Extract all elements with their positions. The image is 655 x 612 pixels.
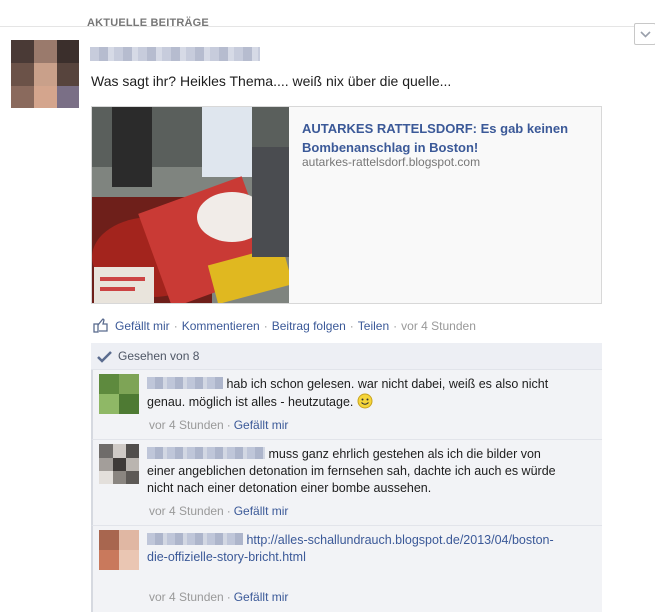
comment-meta: vor 4 Stunden · Gefällt mir bbox=[149, 418, 289, 432]
post-timestamp[interactable]: vor 4 Stunden bbox=[401, 319, 476, 333]
seen-by-box: Gesehen von 8 bbox=[91, 343, 602, 370]
seen-by-text[interactable]: Gesehen von 8 bbox=[118, 349, 199, 363]
comment-timestamp[interactable]: vor 4 Stunden bbox=[149, 590, 224, 604]
author-avatar[interactable] bbox=[11, 40, 79, 108]
comment-meta: vor 4 Stunden · Gefällt mir bbox=[149, 504, 289, 518]
author-name-redacted[interactable] bbox=[90, 47, 260, 61]
comment-timestamp[interactable]: vor 4 Stunden bbox=[149, 418, 224, 432]
comment-timestamp[interactable]: vor 4 Stunden bbox=[149, 504, 224, 518]
section-title: AKTUELLE BEITRÄGE bbox=[87, 17, 209, 29]
chevron-down-icon bbox=[640, 31, 651, 38]
section-divider bbox=[0, 26, 655, 27]
commenter-name-redacted[interactable] bbox=[147, 533, 243, 545]
commenter-name-redacted[interactable] bbox=[147, 377, 223, 389]
comment-item: hab ich schon gelesen. war nicht dabei, … bbox=[91, 370, 602, 440]
section-header: AKTUELLE BEITRÄGE bbox=[0, 0, 655, 29]
like-thumb-icon bbox=[93, 318, 108, 333]
post-action-bar: Gefällt mir · Kommentieren · Beitrag folgen ·… bbox=[93, 318, 476, 333]
comment-like-link[interactable]: Gefällt mir bbox=[234, 504, 289, 518]
comment-like-link[interactable]: Gefällt mir bbox=[234, 418, 289, 432]
comment-link[interactable]: Kommentieren bbox=[182, 319, 260, 333]
smiley-icon bbox=[357, 393, 373, 409]
checkmark-icon bbox=[97, 351, 112, 363]
link-title[interactable]: AUTARKES RATTELSDORF: Es gab keinen Bomb… bbox=[302, 119, 592, 157]
post-text: Was sagt ihr? Heikles Thema.... weiß nix… bbox=[91, 73, 452, 89]
comment-body: hab ich schon gelesen. war nicht dabei, … bbox=[147, 376, 557, 411]
comment-body: muss ganz ehrlich gestehen als ich die b… bbox=[147, 446, 557, 497]
commenter-avatar[interactable] bbox=[99, 444, 139, 484]
comment-item: muss ganz ehrlich gestehen als ich die b… bbox=[91, 440, 602, 526]
commenter-avatar[interactable] bbox=[99, 530, 139, 570]
like-link[interactable]: Gefällt mir bbox=[115, 319, 170, 333]
link-thumbnail-image[interactable] bbox=[92, 107, 289, 303]
comment-body: http://alles-schallundrauch.blogspot.de/… bbox=[147, 532, 557, 566]
comment-meta: vor 4 Stunden · Gefällt mir bbox=[149, 590, 289, 604]
follow-post-link[interactable]: Beitrag folgen bbox=[272, 319, 346, 333]
commenter-name-redacted[interactable] bbox=[147, 447, 265, 459]
commenter-avatar[interactable] bbox=[99, 374, 139, 414]
share-link[interactable]: Teilen bbox=[358, 319, 389, 333]
link-domain: autarkes-rattelsdorf.blogspot.com bbox=[302, 155, 481, 169]
comment-like-link[interactable]: Gefällt mir bbox=[234, 590, 289, 604]
collapse-button[interactable] bbox=[634, 23, 655, 45]
comment-item: http://alles-schallundrauch.blogspot.de/… bbox=[91, 526, 602, 612]
shared-link-card[interactable]: AUTARKES RATTELSDORF: Es gab keinen Bomb… bbox=[91, 106, 602, 304]
